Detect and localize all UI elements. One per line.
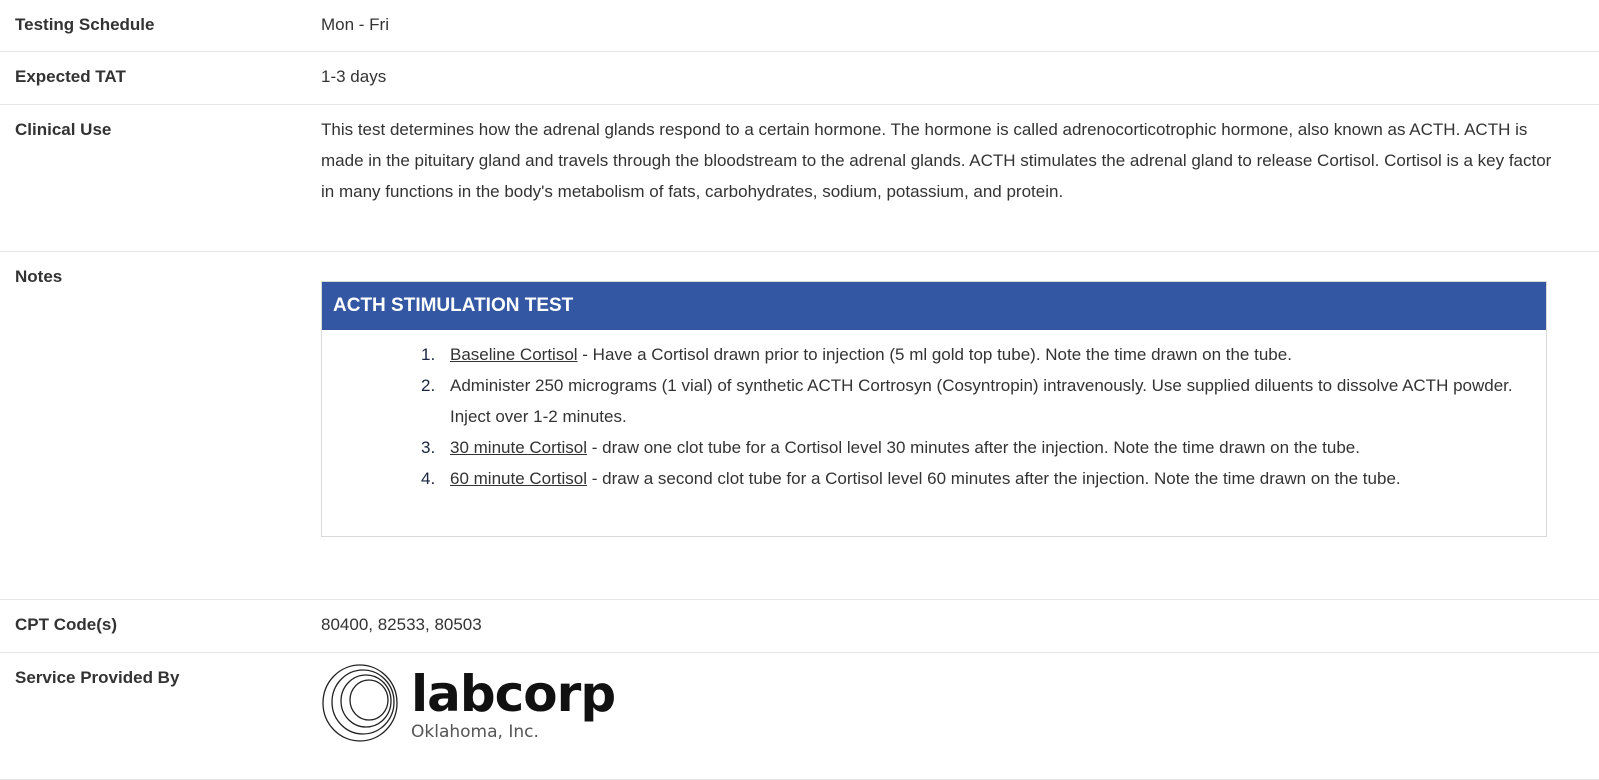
step-number: 3. xyxy=(421,438,436,457)
step-text: 30 minute Cortisol - draw one clot tube … xyxy=(450,432,1546,463)
step-description: Administer 250 micrograms (1 vial) of sy… xyxy=(450,376,1513,426)
testing-schedule-label: Testing Schedule xyxy=(15,15,155,34)
clinical-use-label: Clinical Use xyxy=(15,120,112,139)
testing-schedule-value: Mon - Fri xyxy=(321,15,389,34)
step-text: Administer 250 micrograms (1 vial) of sy… xyxy=(450,370,1546,432)
acth-stimulation-panel: ACTH STIMULATION TEST 1. Baseline Cortis… xyxy=(321,281,1547,537)
step-description: - draw one clot tube for a Cortisol leve… xyxy=(587,438,1360,457)
logo-text: labcorp Oklahoma, Inc. xyxy=(411,663,616,742)
notes-value: ACTH STIMULATION TEST 1. Baseline Cortis… xyxy=(321,267,1599,599)
notes-label: Notes xyxy=(15,267,63,286)
step-item: 3. 30 minute Cortisol - draw one clot tu… xyxy=(421,432,1546,463)
baseline-cortisol-link[interactable]: Baseline Cortisol xyxy=(450,345,578,364)
step-number: 2. xyxy=(421,376,436,395)
cpt-codes-value: 80400, 82533, 80503 xyxy=(321,615,482,634)
labcorp-rings-logo-icon xyxy=(322,664,398,742)
row-testing-schedule: Testing Schedule Mon - Fri xyxy=(0,0,1599,51)
expected-tat-value: 1-3 days xyxy=(321,67,387,86)
step-text: Baseline Cortisol - Have a Cortisol draw… xyxy=(450,339,1546,370)
labcorp-logo: labcorp Oklahoma, Inc. xyxy=(321,663,1569,743)
step-item: 1. Baseline Cortisol - Have a Cortisol d… xyxy=(421,339,1546,370)
row-service-provided-by: Service Provided By labcorp Oklahoma, In… xyxy=(0,652,1599,780)
expected-tat-label: Expected TAT xyxy=(15,67,126,86)
row-clinical-use: Clinical Use This test determines how th… xyxy=(0,104,1599,251)
step-description: - draw a second clot tube for a Cortisol… xyxy=(587,469,1401,488)
logo-name: labcorp xyxy=(411,665,616,723)
step-text: 60 minute Cortisol - draw a second clot … xyxy=(450,463,1546,494)
steps-list: 1. Baseline Cortisol - Have a Cortisol d… xyxy=(322,339,1546,494)
30-minute-cortisol-link[interactable]: 30 minute Cortisol xyxy=(450,438,587,457)
logo-subtitle: Oklahoma, Inc. xyxy=(411,722,539,742)
row-notes: Notes ACTH STIMULATION TEST 1. Baseline … xyxy=(0,251,1599,599)
step-item: 2. Administer 250 micrograms (1 vial) of… xyxy=(421,370,1546,432)
step-number: 4. xyxy=(421,469,436,488)
row-expected-tat: Expected TAT 1-3 days xyxy=(0,51,1599,104)
panel-title: ACTH STIMULATION TEST xyxy=(322,282,1546,330)
service-provided-by-value: labcorp Oklahoma, Inc. xyxy=(321,664,1599,779)
cpt-codes-label: CPT Code(s) xyxy=(15,615,117,634)
step-number: 1. xyxy=(421,345,436,364)
service-provided-by-label: Service Provided By xyxy=(15,668,180,687)
clinical-use-value: This test determines how the adrenal gla… xyxy=(321,120,1552,201)
step-item: 4. 60 minute Cortisol - draw a second cl… xyxy=(421,463,1546,494)
60-minute-cortisol-link[interactable]: 60 minute Cortisol xyxy=(450,469,587,488)
step-description: - Have a Cortisol drawn prior to injecti… xyxy=(577,345,1292,364)
row-cpt-codes: CPT Code(s) 80400, 82533, 80503 xyxy=(0,599,1599,652)
